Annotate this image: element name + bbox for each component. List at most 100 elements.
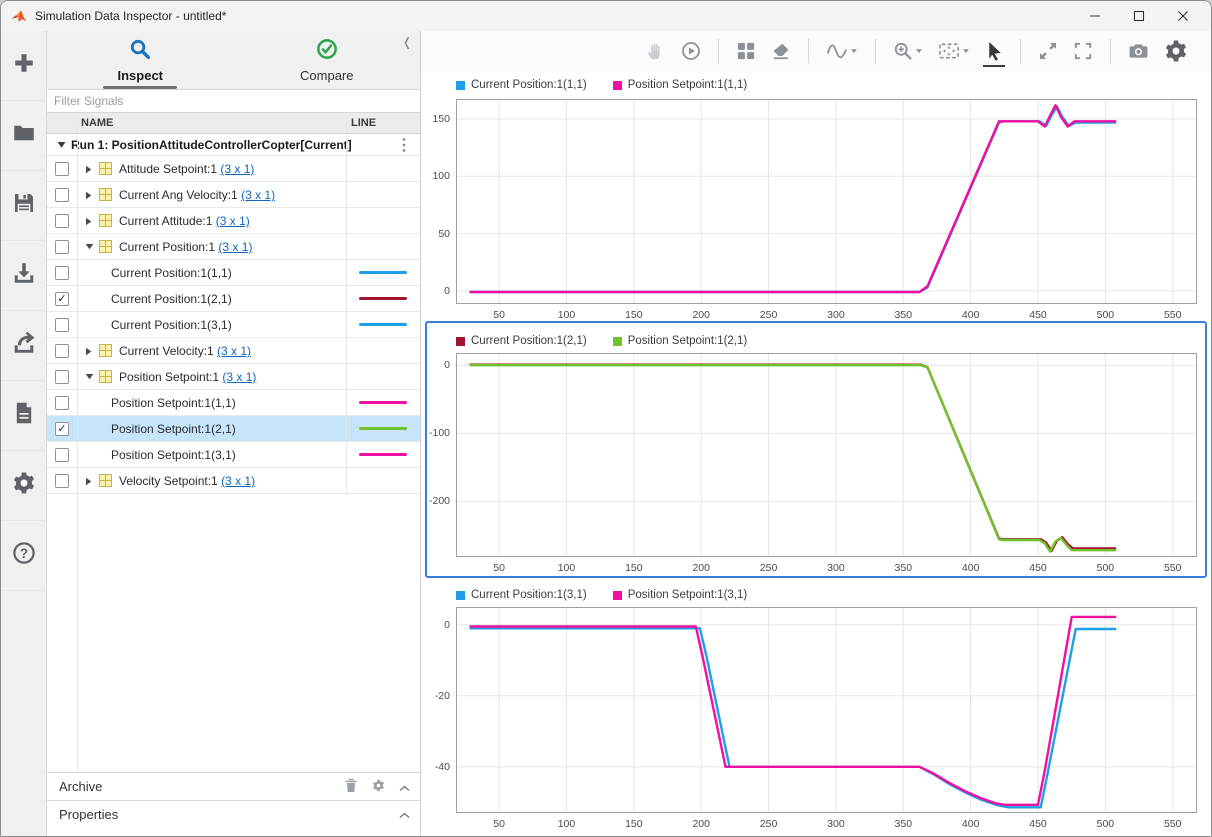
- signal-row[interactable]: Position Setpoint:1(1,1): [47, 390, 420, 416]
- signal-checkbox[interactable]: [55, 266, 69, 280]
- dims-link[interactable]: (3 x 1): [220, 162, 254, 176]
- dims-link[interactable]: (3 x 1): [222, 370, 256, 384]
- help-button[interactable]: ?: [1, 521, 47, 591]
- signal-row[interactable]: Velocity Setpoint:1 (3 x 1): [47, 468, 420, 494]
- table-column-header: NAME LINE: [47, 113, 420, 134]
- signal-label: Current Ang Velocity:1 (3 x 1): [119, 188, 275, 202]
- pointer-button[interactable]: [984, 39, 1004, 63]
- chevron-up-icon[interactable]: [399, 779, 410, 797]
- signal-checkbox[interactable]: [55, 396, 69, 410]
- signal-checkbox[interactable]: [55, 448, 69, 462]
- kebab-menu-icon[interactable]: [402, 137, 406, 158]
- plot-canvas[interactable]: [456, 607, 1197, 813]
- signal-checkbox[interactable]: [55, 162, 69, 176]
- trash-icon[interactable]: [344, 778, 358, 798]
- line-style-swatch[interactable]: [359, 297, 407, 300]
- expand-button[interactable]: [1037, 39, 1059, 63]
- preferences-button[interactable]: [1, 451, 47, 521]
- line-style-swatch[interactable]: [359, 271, 407, 274]
- signal-row[interactable]: ✓Current Position:1(2,1): [47, 286, 420, 312]
- report-button[interactable]: [1, 381, 47, 451]
- fit-to-view-button[interactable]: [937, 39, 971, 63]
- run-header-row[interactable]: Run 1: PositionAttitudeControllerCopter[…: [47, 134, 420, 156]
- layout-button[interactable]: [735, 39, 757, 63]
- signal-checkbox[interactable]: [55, 318, 69, 332]
- maximize-button[interactable]: [1117, 1, 1161, 31]
- line-style-swatch[interactable]: [359, 323, 407, 326]
- properties-section[interactable]: Properties: [47, 800, 420, 831]
- x-tick-label: 500: [1097, 309, 1115, 321]
- snapshot-button[interactable]: [1127, 39, 1150, 63]
- minimize-button[interactable]: [1073, 1, 1117, 31]
- archive-section[interactable]: Archive: [47, 772, 420, 800]
- signal-row[interactable]: Current Attitude:1 (3 x 1): [47, 208, 420, 234]
- dims-link[interactable]: (3 x 1): [217, 344, 251, 358]
- signal-row[interactable]: Current Position:1(1,1): [47, 260, 420, 286]
- subplot-1[interactable]: Current Position:1(1,1) Position Setpoin…: [421, 71, 1211, 321]
- replay-button[interactable]: [680, 39, 702, 63]
- signal-row[interactable]: ✓ Position Setpoint:1(2,1): [47, 416, 420, 442]
- signal-row[interactable]: Current Position:1 (3 x 1): [47, 234, 420, 260]
- triangle-right-icon[interactable]: [85, 477, 92, 486]
- chevron-up-icon[interactable]: [399, 806, 410, 824]
- triangle-right-icon[interactable]: [85, 217, 92, 226]
- plot-canvas[interactable]: [456, 353, 1197, 557]
- export-button[interactable]: [1, 311, 47, 381]
- settings-button[interactable]: [1163, 37, 1189, 65]
- save-button[interactable]: [1, 171, 47, 241]
- import-button[interactable]: [1, 241, 47, 311]
- signal-row[interactable]: Current Velocity:1 (3 x 1): [47, 338, 420, 364]
- signal-row[interactable]: Current Ang Velocity:1 (3 x 1): [47, 182, 420, 208]
- y-tick-label: -100: [410, 427, 450, 439]
- archive-gear-icon[interactable]: [372, 779, 385, 797]
- left-toolbar-rail: ?: [1, 31, 47, 836]
- tab-compare[interactable]: Compare: [234, 31, 421, 89]
- title-bar: Simulation Data Inspector - untitled*: [1, 1, 1211, 31]
- line-style-swatch[interactable]: [359, 427, 407, 430]
- triangle-right-icon[interactable]: [85, 165, 92, 174]
- close-button[interactable]: [1161, 1, 1205, 31]
- signal-row[interactable]: Current Position:1(3,1): [47, 312, 420, 338]
- subplot-3[interactable]: Current Position:1(3,1) Position Setpoin…: [421, 579, 1211, 837]
- dims-link[interactable]: (3 x 1): [218, 240, 252, 254]
- signal-row[interactable]: Position Setpoint:1(3,1): [47, 442, 420, 468]
- triangle-down-icon[interactable]: [85, 243, 94, 250]
- toolbar-separator: [718, 39, 719, 63]
- signal-checkbox[interactable]: [55, 474, 69, 488]
- dims-link[interactable]: (3 x 1): [241, 188, 275, 202]
- filter-signals-input[interactable]: [47, 89, 420, 113]
- signal-options-button[interactable]: [825, 39, 859, 63]
- signal-row[interactable]: Attitude Setpoint:1 (3 x 1): [47, 156, 420, 182]
- signal-label: Velocity Setpoint:1 (3 x 1): [119, 474, 255, 488]
- x-tick-label: 350: [895, 309, 913, 321]
- tab-inspect[interactable]: Inspect: [47, 31, 234, 89]
- triangle-right-icon[interactable]: [85, 191, 92, 200]
- dims-link[interactable]: (3 x 1): [221, 474, 255, 488]
- signal-checkbox[interactable]: [55, 240, 69, 254]
- plot-canvas[interactable]: [456, 99, 1197, 304]
- signal-checkbox[interactable]: [55, 344, 69, 358]
- signal-checkbox[interactable]: [55, 214, 69, 228]
- triangle-down-icon[interactable]: [85, 373, 94, 380]
- signal-sidebar: Inspect Compare ❬ NAME LINE Run 1: Posit…: [47, 31, 421, 836]
- signal-row[interactable]: Position Setpoint:1 (3 x 1): [47, 364, 420, 390]
- signal-checkbox[interactable]: [55, 370, 69, 384]
- signal-checkbox[interactable]: [55, 188, 69, 202]
- triangle-right-icon[interactable]: [85, 347, 92, 356]
- line-style-swatch[interactable]: [359, 401, 407, 404]
- x-tick-label: 450: [1029, 818, 1047, 830]
- subplot-2-selected[interactable]: Current Position:1(2,1) Position Setpoin…: [425, 321, 1207, 578]
- zoom-in-button[interactable]: [892, 39, 924, 63]
- add-button[interactable]: [1, 31, 47, 101]
- dims-link[interactable]: (3 x 1): [216, 214, 250, 228]
- collapse-sidebar-icon[interactable]: ❬: [402, 35, 412, 49]
- signal-checkbox[interactable]: ✓: [55, 422, 69, 436]
- triangle-down-icon[interactable]: [57, 141, 66, 149]
- legend-entry: Current Position:1(2,1): [456, 335, 587, 347]
- line-style-swatch[interactable]: [359, 453, 407, 456]
- clear-plots-button[interactable]: [770, 39, 792, 63]
- signal-label: Position Setpoint:1(2,1): [111, 422, 236, 436]
- signal-checkbox[interactable]: ✓: [55, 292, 69, 306]
- open-button[interactable]: [1, 101, 47, 171]
- fullscreen-button[interactable]: [1072, 39, 1094, 63]
